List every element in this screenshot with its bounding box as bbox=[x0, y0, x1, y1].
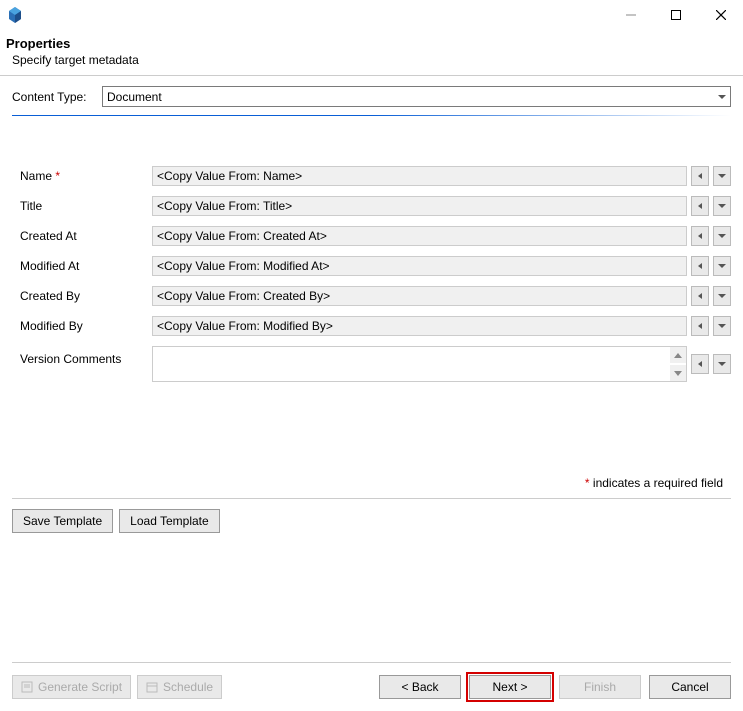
field-dropdown-button[interactable] bbox=[713, 226, 731, 246]
field-back-button[interactable] bbox=[691, 354, 709, 374]
scroll-up-icon[interactable] bbox=[670, 347, 686, 363]
schedule-icon bbox=[146, 681, 158, 693]
section-divider bbox=[12, 115, 731, 116]
titlebar bbox=[0, 0, 743, 30]
page-subtitle: Specify target metadata bbox=[12, 53, 731, 67]
field-row: Created At<Copy Value From: Created At> bbox=[12, 226, 731, 246]
required-text: indicates a required field bbox=[590, 476, 723, 490]
save-template-button[interactable]: Save Template bbox=[12, 509, 113, 533]
version-comments-input[interactable] bbox=[152, 346, 687, 382]
footer-divider bbox=[12, 662, 731, 663]
field-row: Title<Copy Value From: Title> bbox=[12, 196, 731, 216]
field-row: Created By<Copy Value From: Created By> bbox=[12, 286, 731, 306]
field-label: Title bbox=[12, 199, 152, 213]
field-dropdown-button[interactable] bbox=[713, 166, 731, 186]
finish-button[interactable]: Finish bbox=[559, 675, 641, 699]
field-input[interactable]: <Copy Value From: Created By> bbox=[152, 286, 687, 306]
field-row: Name *<Copy Value From: Name> bbox=[12, 166, 731, 186]
field-label: Modified By bbox=[12, 319, 152, 333]
required-note: * indicates a required field bbox=[12, 472, 731, 496]
version-comments-label: Version Comments bbox=[12, 346, 152, 366]
content-type-label: Content Type: bbox=[12, 90, 102, 104]
chevron-down-icon bbox=[718, 95, 726, 99]
back-button[interactable]: < Back bbox=[379, 675, 461, 699]
generate-script-button[interactable]: Generate Script bbox=[12, 675, 131, 699]
field-row: Modified By<Copy Value From: Modified By… bbox=[12, 316, 731, 336]
field-back-button[interactable] bbox=[691, 286, 709, 306]
page-title: Properties bbox=[6, 36, 731, 51]
field-row: Modified At<Copy Value From: Modified At… bbox=[12, 256, 731, 276]
field-dropdown-button[interactable] bbox=[713, 354, 731, 374]
load-template-button[interactable]: Load Template bbox=[119, 509, 220, 533]
header: Properties Specify target metadata bbox=[0, 30, 743, 76]
scroll-down-icon[interactable] bbox=[670, 365, 686, 381]
field-back-button[interactable] bbox=[691, 316, 709, 336]
field-label: Name * bbox=[12, 169, 152, 183]
field-back-button[interactable] bbox=[691, 196, 709, 216]
field-label: Created At bbox=[12, 229, 152, 243]
next-button[interactable]: Next > bbox=[469, 675, 551, 699]
field-label: Modified At bbox=[12, 259, 152, 273]
field-input[interactable]: <Copy Value From: Modified At> bbox=[152, 256, 687, 276]
content-type-select[interactable]: Document bbox=[102, 86, 731, 107]
field-input[interactable]: <Copy Value From: Created At> bbox=[152, 226, 687, 246]
content-type-value: Document bbox=[107, 90, 162, 104]
field-back-button[interactable] bbox=[691, 226, 709, 246]
minimize-button[interactable] bbox=[608, 0, 653, 30]
field-input[interactable]: <Copy Value From: Modified By> bbox=[152, 316, 687, 336]
field-input[interactable]: <Copy Value From: Title> bbox=[152, 196, 687, 216]
maximize-button[interactable] bbox=[653, 0, 698, 30]
field-dropdown-button[interactable] bbox=[713, 316, 731, 336]
required-asterisk: * bbox=[52, 169, 60, 183]
schedule-button[interactable]: Schedule bbox=[137, 675, 222, 699]
field-back-button[interactable] bbox=[691, 256, 709, 276]
field-input[interactable]: <Copy Value From: Name> bbox=[152, 166, 687, 186]
app-icon bbox=[6, 6, 24, 24]
textarea-scrollbar bbox=[670, 347, 686, 381]
divider bbox=[12, 498, 731, 499]
close-button[interactable] bbox=[698, 0, 743, 30]
field-dropdown-button[interactable] bbox=[713, 196, 731, 216]
field-back-button[interactable] bbox=[691, 166, 709, 186]
script-icon bbox=[21, 681, 33, 693]
field-label: Created By bbox=[12, 289, 152, 303]
cancel-button[interactable]: Cancel bbox=[649, 675, 731, 699]
field-dropdown-button[interactable] bbox=[713, 256, 731, 276]
field-dropdown-button[interactable] bbox=[713, 286, 731, 306]
